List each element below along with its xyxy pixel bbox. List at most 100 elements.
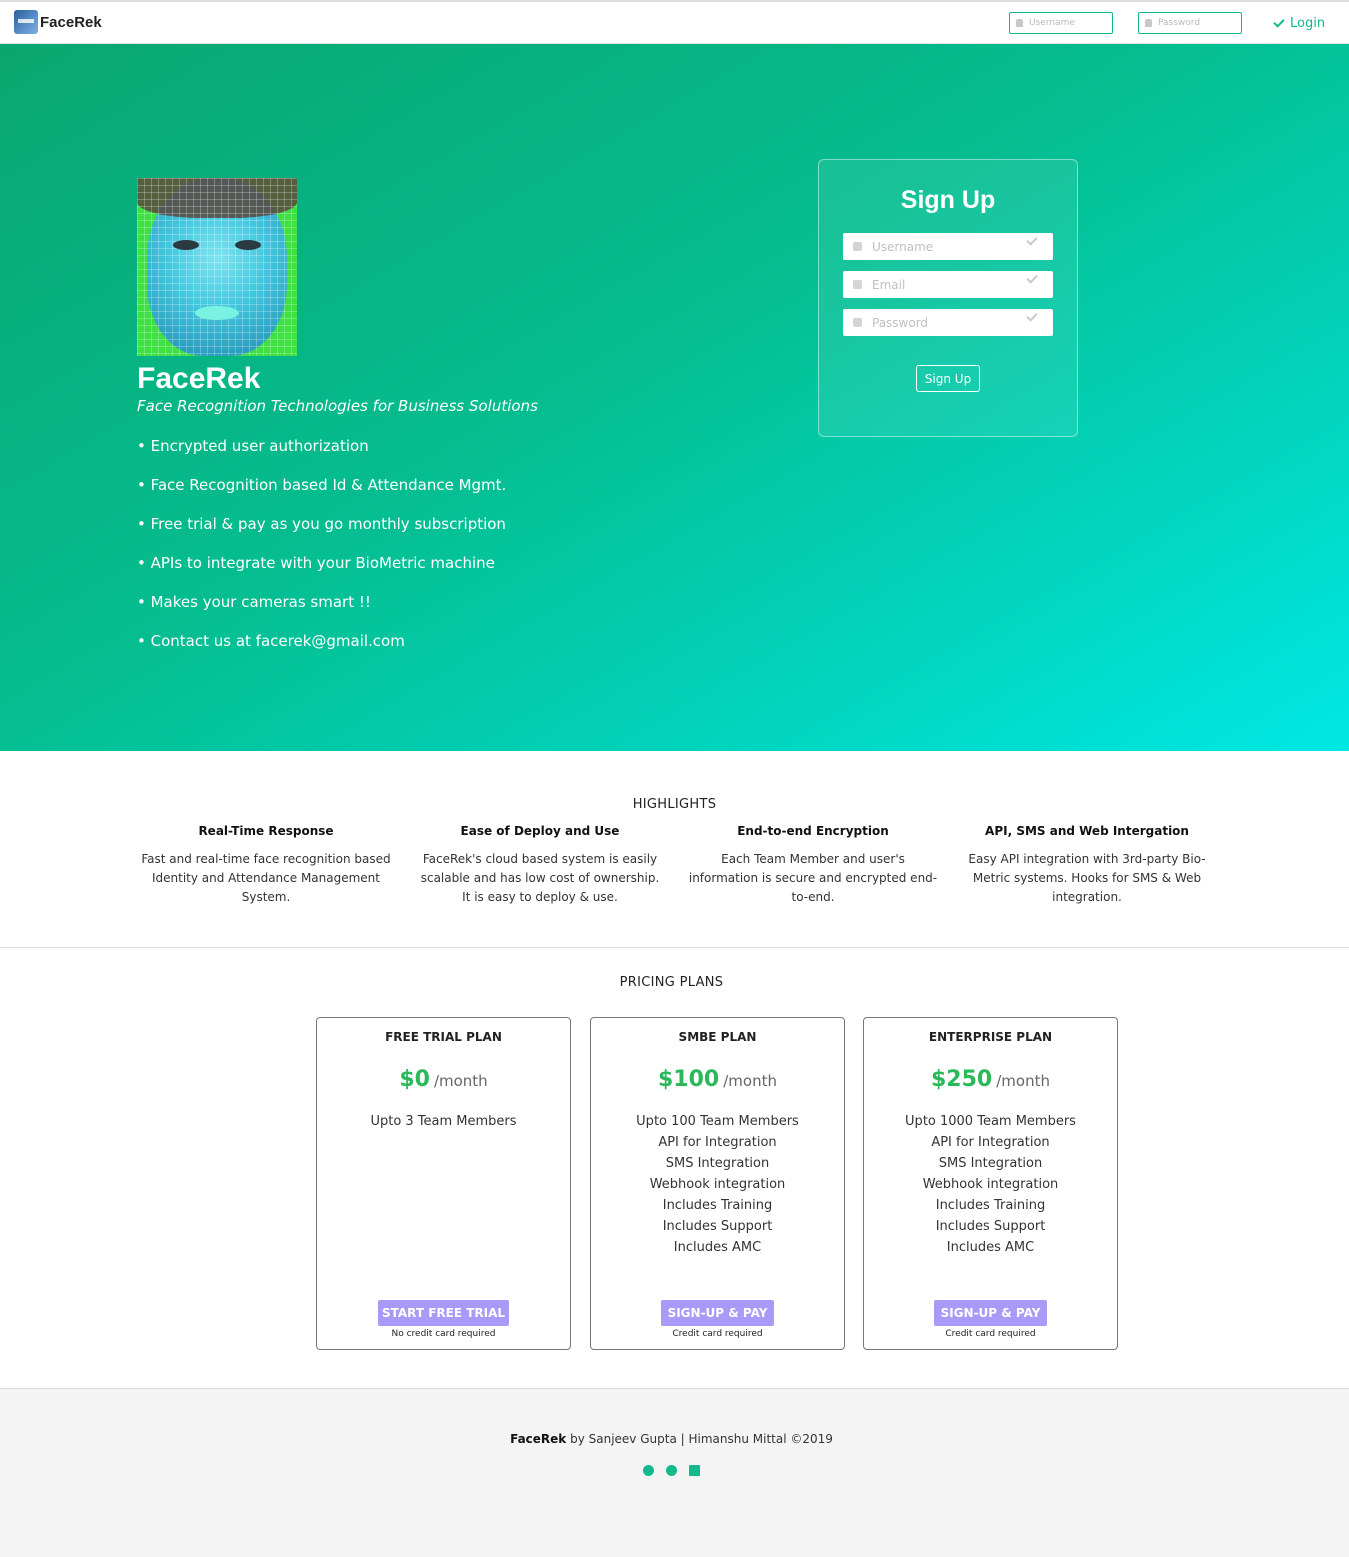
footer-links <box>643 1465 700 1476</box>
plan-card-smbe: SMBE PLAN $100/month Upto 100 Team Membe… <box>590 1017 845 1350</box>
user-icon <box>1016 19 1023 27</box>
login-button[interactable]: Login <box>1273 15 1326 31</box>
face-mesh-image <box>137 178 297 356</box>
feature-item: • APIs to integrate with your BioMetric … <box>137 554 495 572</box>
highlight-title: Ease of Deploy and Use <box>460 824 620 838</box>
nav-password-input[interactable] <box>1158 18 1238 28</box>
github-icon[interactable] <box>666 1465 677 1476</box>
signup-password-field[interactable] <box>843 309 1053 336</box>
signup-email-input[interactable] <box>872 277 1022 292</box>
nav-username-input[interactable] <box>1029 18 1109 28</box>
plan-features: Upto 100 Team Members API for Integratio… <box>591 1111 844 1258</box>
plan-name: ENTERPRISE PLAN <box>928 1030 1053 1044</box>
plan-price: $250/month <box>864 1067 1117 1097</box>
lock-icon <box>853 318 862 327</box>
lock-icon <box>1145 19 1152 27</box>
signup-pay-button[interactable]: SIGN-UP & PAY <box>661 1300 774 1326</box>
signup-password-input[interactable] <box>872 315 1022 330</box>
check-icon <box>1273 15 1285 28</box>
plan-feature: Upto 3 Team Members <box>370 1114 517 1129</box>
plan-feature: SMS Integration <box>665 1156 770 1171</box>
plan-features: Upto 3 Team Members <box>317 1111 570 1132</box>
feature-item: • Makes your cameras smart !! <box>137 593 371 611</box>
plan-note: Credit card required <box>672 1329 763 1339</box>
highlight-item: End-to-end Encryption Each Team Member a… <box>688 824 938 907</box>
plan-feature: API for Integration <box>931 1135 1050 1150</box>
plan-features: Upto 1000 Team Members API for Integrati… <box>864 1111 1117 1258</box>
plan-feature: Upto 1000 Team Members <box>905 1114 1076 1129</box>
signup-panel: Sign Up Sign Up <box>818 159 1078 437</box>
highlight-item: Real-Time Response Fast and real-time fa… <box>141 824 391 907</box>
highlight-text: Fast and real-time face recognition base… <box>141 852 391 904</box>
footer-credit: FaceRek by Sanjeev Gupta | Himanshu Mitt… <box>0 1432 1343 1446</box>
plan-feature: Upto 100 Team Members <box>636 1114 799 1129</box>
check-icon <box>1026 234 1038 246</box>
footer-brand: FaceRek <box>510 1432 567 1446</box>
hero-subtitle: Face Recognition Technologies for Busine… <box>137 397 538 415</box>
highlight-text: Easy API integration with 3rd-party Bio-… <box>968 852 1206 904</box>
plan-feature: SMS Integration <box>938 1156 1043 1171</box>
signup-username-field[interactable] <box>843 233 1053 260</box>
brand-name: FaceRek <box>40 13 102 31</box>
nav-password-field[interactable] <box>1138 12 1242 34</box>
signup-pay-button[interactable]: SIGN-UP & PAY <box>934 1300 1047 1326</box>
price-amount: $250 <box>931 1067 993 1092</box>
check-icon <box>1026 272 1038 284</box>
highlight-title: API, SMS and Web Intergation <box>985 824 1189 838</box>
envelope-icon <box>853 280 862 289</box>
highlight-text: Each Team Member and user's information … <box>688 852 938 904</box>
feature-item: • Encrypted user authorization <box>137 437 369 455</box>
plan-note: No credit card required <box>391 1329 496 1339</box>
price-amount: $100 <box>658 1067 720 1092</box>
price-period: /month <box>723 1072 777 1090</box>
plan-name: SMBE PLAN <box>678 1030 757 1044</box>
brand[interactable]: FaceRek <box>14 10 102 34</box>
plan-feature: Includes Training <box>662 1198 773 1213</box>
globe-icon[interactable] <box>643 1465 654 1476</box>
plan-feature: Includes Training <box>935 1198 1046 1213</box>
footer-text: by Sanjeev Gupta | Himanshu Mittal ©2019 <box>566 1432 833 1446</box>
price-period: /month <box>433 1072 488 1090</box>
highlights-title: HIGHLIGHTS <box>632 797 717 812</box>
plan-price: $0/month <box>317 1067 570 1097</box>
plan-card-free-trial: FREE TRIAL PLAN $0/month Upto 3 Team Mem… <box>316 1017 571 1350</box>
hero-section: FaceRek Face Recognition Technologies fo… <box>0 44 1349 751</box>
plan-feature: Includes AMC <box>946 1240 1035 1255</box>
login-label: Login <box>1290 16 1326 31</box>
brand-logo-icon <box>14 10 38 34</box>
plan-feature: Includes AMC <box>673 1240 762 1255</box>
signup-button[interactable]: Sign Up <box>916 365 980 392</box>
feature-list: • Encrypted user authorization • Face Re… <box>137 436 506 670</box>
feature-item: • Contact us at facerek@gmail.com <box>137 632 405 650</box>
pricing-title: PRICING PLANS <box>619 975 724 990</box>
plan-feature: API for Integration <box>658 1135 777 1150</box>
start-free-trial-button[interactable]: START FREE TRIAL <box>378 1300 509 1326</box>
user-icon <box>853 242 862 251</box>
signup-title: Sign Up <box>900 186 996 214</box>
plan-feature: Webhook integration <box>649 1177 786 1192</box>
plan-card-enterprise: ENTERPRISE PLAN $250/month Upto 1000 Tea… <box>863 1017 1118 1350</box>
plan-name: FREE TRIAL PLAN <box>385 1030 502 1044</box>
feature-item: • Free trial & pay as you go monthly sub… <box>137 515 506 533</box>
highlight-text: FaceRek's cloud based system is easily s… <box>420 852 660 904</box>
highlight-title: End-to-end Encryption <box>737 824 889 838</box>
envelope-icon[interactable] <box>689 1465 700 1476</box>
footer: FaceRek by Sanjeev Gupta | Himanshu Mitt… <box>0 1388 1349 1557</box>
price-period: /month <box>996 1072 1050 1090</box>
highlight-item: API, SMS and Web Intergation Easy API in… <box>962 824 1212 907</box>
plan-feature: Includes Support <box>662 1219 773 1234</box>
plan-feature: Webhook integration <box>922 1177 1059 1192</box>
highlight-item: Ease of Deploy and Use FaceRek's cloud b… <box>415 824 665 907</box>
section-divider <box>0 947 1349 948</box>
check-icon <box>1026 310 1038 322</box>
plan-price: $100/month <box>591 1067 844 1097</box>
signup-username-input[interactable] <box>872 239 1022 254</box>
feature-item: • Face Recognition based Id & Attendance… <box>137 476 507 494</box>
signup-email-field[interactable] <box>843 271 1053 298</box>
navbar: FaceRek Login <box>0 0 1349 44</box>
nav-username-field[interactable] <box>1009 12 1113 34</box>
price-amount: $0 <box>399 1067 430 1092</box>
highlight-title: Real-Time Response <box>198 824 334 838</box>
plan-feature: Includes Support <box>935 1219 1046 1234</box>
plan-note: Credit card required <box>945 1329 1036 1339</box>
